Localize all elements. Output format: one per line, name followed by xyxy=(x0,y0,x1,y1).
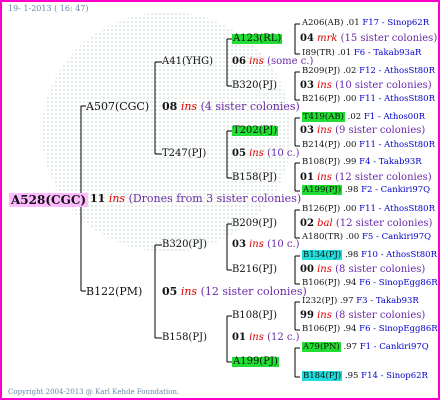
gen5-origin: F2 - Cankiri97Q xyxy=(361,185,431,195)
dam-mating-info: 05 ins (12 sister colonies) xyxy=(162,285,307,298)
gen4-queen-id[interactable]: B108(PJ) xyxy=(232,311,277,321)
pedigree-frame: 19- 1-2013 ( 16: 47) Copyright 2004-2013… xyxy=(0,0,440,400)
gen4-mating-info: 99 ins (8 sister colonies) xyxy=(300,310,426,321)
gen5-queen-id[interactable]: B134(PJ) xyxy=(302,250,343,260)
gen5-row: B108(PJ) .99 F4 - Takab93R xyxy=(302,158,422,167)
gen5-queen-id[interactable]: B106(PJ) xyxy=(302,278,340,288)
gen5-queen-id[interactable]: I89(TR) xyxy=(302,48,335,58)
gen5-queen-id[interactable]: B214(PJ) xyxy=(302,140,340,150)
gen5-queen-id[interactable]: A79(PN) xyxy=(302,342,341,352)
gen4-queen-id[interactable]: T202(PJ) xyxy=(232,126,279,136)
gen5-row: I89(TR) .01 F6 - Takab93aR xyxy=(302,49,421,58)
root-queen-id[interactable]: A528(CGC) xyxy=(9,193,89,207)
gen3-queen-id[interactable]: B320(PJ) xyxy=(162,240,207,250)
gen5-origin: F11 - AthosSt80R xyxy=(359,140,435,150)
gen4-queen-id[interactable]: A199(PJ) xyxy=(232,357,279,367)
gen5-row: B184(PJ) .95 F14 - Sinop62R xyxy=(302,371,428,381)
gen3-queen-id[interactable]: T247(PJ) xyxy=(162,149,206,159)
gen5-value: .99 xyxy=(342,157,357,167)
gen5-value: .01 xyxy=(346,18,360,28)
gen5-value: .02 xyxy=(342,66,357,76)
gen5-origin: F1 - Athos00R xyxy=(363,112,426,122)
gen5-value: .98 xyxy=(344,250,359,260)
gen5-value: .00 xyxy=(342,94,357,104)
gen5-row: B106(PJ) .94 F6 - SinopEgg86R xyxy=(302,279,438,288)
gen5-row: B126(PJ) .00 F11 - AthosSt80R xyxy=(302,205,435,214)
gen5-value: .00 xyxy=(342,140,357,150)
gen4-mating-info: 03 ins (9 sister colonies) xyxy=(300,125,426,136)
gen5-queen-id[interactable]: B126(PJ) xyxy=(302,204,340,214)
gen5-origin: F6 - Takab93aR xyxy=(353,48,422,58)
gen5-row: A199(PJ) .98 F2 - Cankiri97Q xyxy=(302,185,431,195)
gen4-queen-id[interactable]: B158(PJ) xyxy=(232,173,277,183)
gen3-mating-info: 05 ins (10 c.) xyxy=(232,148,300,159)
gen5-row: T419(AB) .02 F1 - Athos00R xyxy=(302,112,426,122)
gen4-queen-id[interactable]: B216(PJ) xyxy=(232,265,277,275)
gen5-value: .98 xyxy=(344,185,359,195)
gen5-origin: F3 - Takab93R xyxy=(356,296,419,306)
gen5-value: .97 xyxy=(340,296,354,306)
gen5-queen-id[interactable]: T419(AB) xyxy=(302,112,345,122)
gen5-origin: F12 - AthosSt80R xyxy=(359,66,435,76)
gen3-queen-id[interactable]: A41(YHG) xyxy=(162,57,213,67)
gen5-origin: F6 - SinopEgg86R xyxy=(359,324,438,334)
gen3-mating-info: 03 ins (10 c.) xyxy=(232,239,300,250)
gen5-origin: F11 - AthosSt80R xyxy=(359,94,435,104)
gen5-row: A206(AB) .01 F17 - Sinop62R xyxy=(302,19,429,28)
gen5-queen-id[interactable]: B108(PJ) xyxy=(302,157,340,167)
gen4-queen-id[interactable]: B209(PJ) xyxy=(232,219,277,229)
gen5-value: .00 xyxy=(345,232,360,242)
gen5-origin: F6 - SinopEgg86R xyxy=(359,278,438,288)
root-mating-info: 11 ins (Drones from 3 sister colonies) xyxy=(90,192,302,205)
gen5-origin: F10 - AthosSt80R xyxy=(361,250,437,260)
gen3-mating-info: 01 ins (12 c.) xyxy=(232,332,300,343)
gen5-row: A79(PN) .97 F1 - Cankiri97Q xyxy=(302,342,429,352)
gen5-queen-id[interactable]: I232(PJ) xyxy=(302,296,337,306)
gen5-origin: F4 - Takab93R xyxy=(359,157,422,167)
gen4-queen-id[interactable]: A123(RL) xyxy=(232,34,283,44)
gen5-origin: F11 - AthosSt80R xyxy=(359,204,435,214)
gen5-value: .02 xyxy=(347,112,362,122)
gen5-origin: F14 - Sinop62R xyxy=(361,371,428,381)
gen5-queen-id[interactable]: B106(PJ) xyxy=(302,324,340,334)
gen5-queen-id[interactable]: B216(PJ) xyxy=(302,94,340,104)
sire-mating-info: 08 ins (4 sister colonies) xyxy=(162,100,300,113)
gen5-value: .94 xyxy=(342,278,357,288)
gen5-origin: F17 - Sinop62R xyxy=(362,18,430,28)
gen4-mating-info: 03 ins (10 sister colonies) xyxy=(300,80,432,91)
gen5-value: .97 xyxy=(343,342,357,352)
gen5-row: B209(PJ) .02 F12 - AthosSt80R xyxy=(302,67,435,76)
gen5-queen-id[interactable]: B184(PJ) xyxy=(302,371,343,381)
gen5-row: A180(TR) .00 F5 - Cankiri97Q xyxy=(302,233,431,242)
gen5-origin: F1 - Cankiri97Q xyxy=(359,342,429,352)
gen5-row: B214(PJ) .00 F11 - AthosSt80R xyxy=(302,141,435,150)
gen5-value: .00 xyxy=(342,204,357,214)
gen5-value: .94 xyxy=(342,324,357,334)
gen5-queen-id[interactable]: B209(PJ) xyxy=(302,66,340,76)
gen5-row: B134(PJ) .98 F10 - AthosSt80R xyxy=(302,250,437,260)
gen4-mating-info: 04 mrk (15 sister colonies) xyxy=(300,33,438,44)
gen5-row: B216(PJ) .00 F11 - AthosSt80R xyxy=(302,95,435,104)
gen5-value: .01 xyxy=(337,48,352,58)
gen5-value: .95 xyxy=(344,371,359,381)
gen4-mating-info: 02 bal (12 sister colonies) xyxy=(300,218,433,229)
gen5-queen-id[interactable]: A199(PJ) xyxy=(302,185,343,195)
gen5-row: B106(PJ) .94 F6 - SinopEgg86R xyxy=(302,325,438,334)
gen5-queen-id[interactable]: A206(AB) xyxy=(302,18,343,28)
gen5-row: I232(PJ) .97 F3 - Takab93R xyxy=(302,297,419,306)
gen4-queen-id[interactable]: B320(PJ) xyxy=(232,81,277,91)
gen5-origin: F5 - Cankiri97Q xyxy=(362,232,432,242)
gen4-mating-info: 01 ins (12 sister colonies) xyxy=(300,172,432,183)
gen4-mating-info: 00 ins (8 sister colonies) xyxy=(300,264,426,275)
sire-queen-id[interactable]: A507(CGC) xyxy=(86,101,149,112)
gen3-queen-id[interactable]: B158(PJ) xyxy=(162,333,207,343)
dam-queen-id[interactable]: B122(PM) xyxy=(86,286,142,297)
gen5-queen-id[interactable]: A180(TR) xyxy=(302,232,343,242)
